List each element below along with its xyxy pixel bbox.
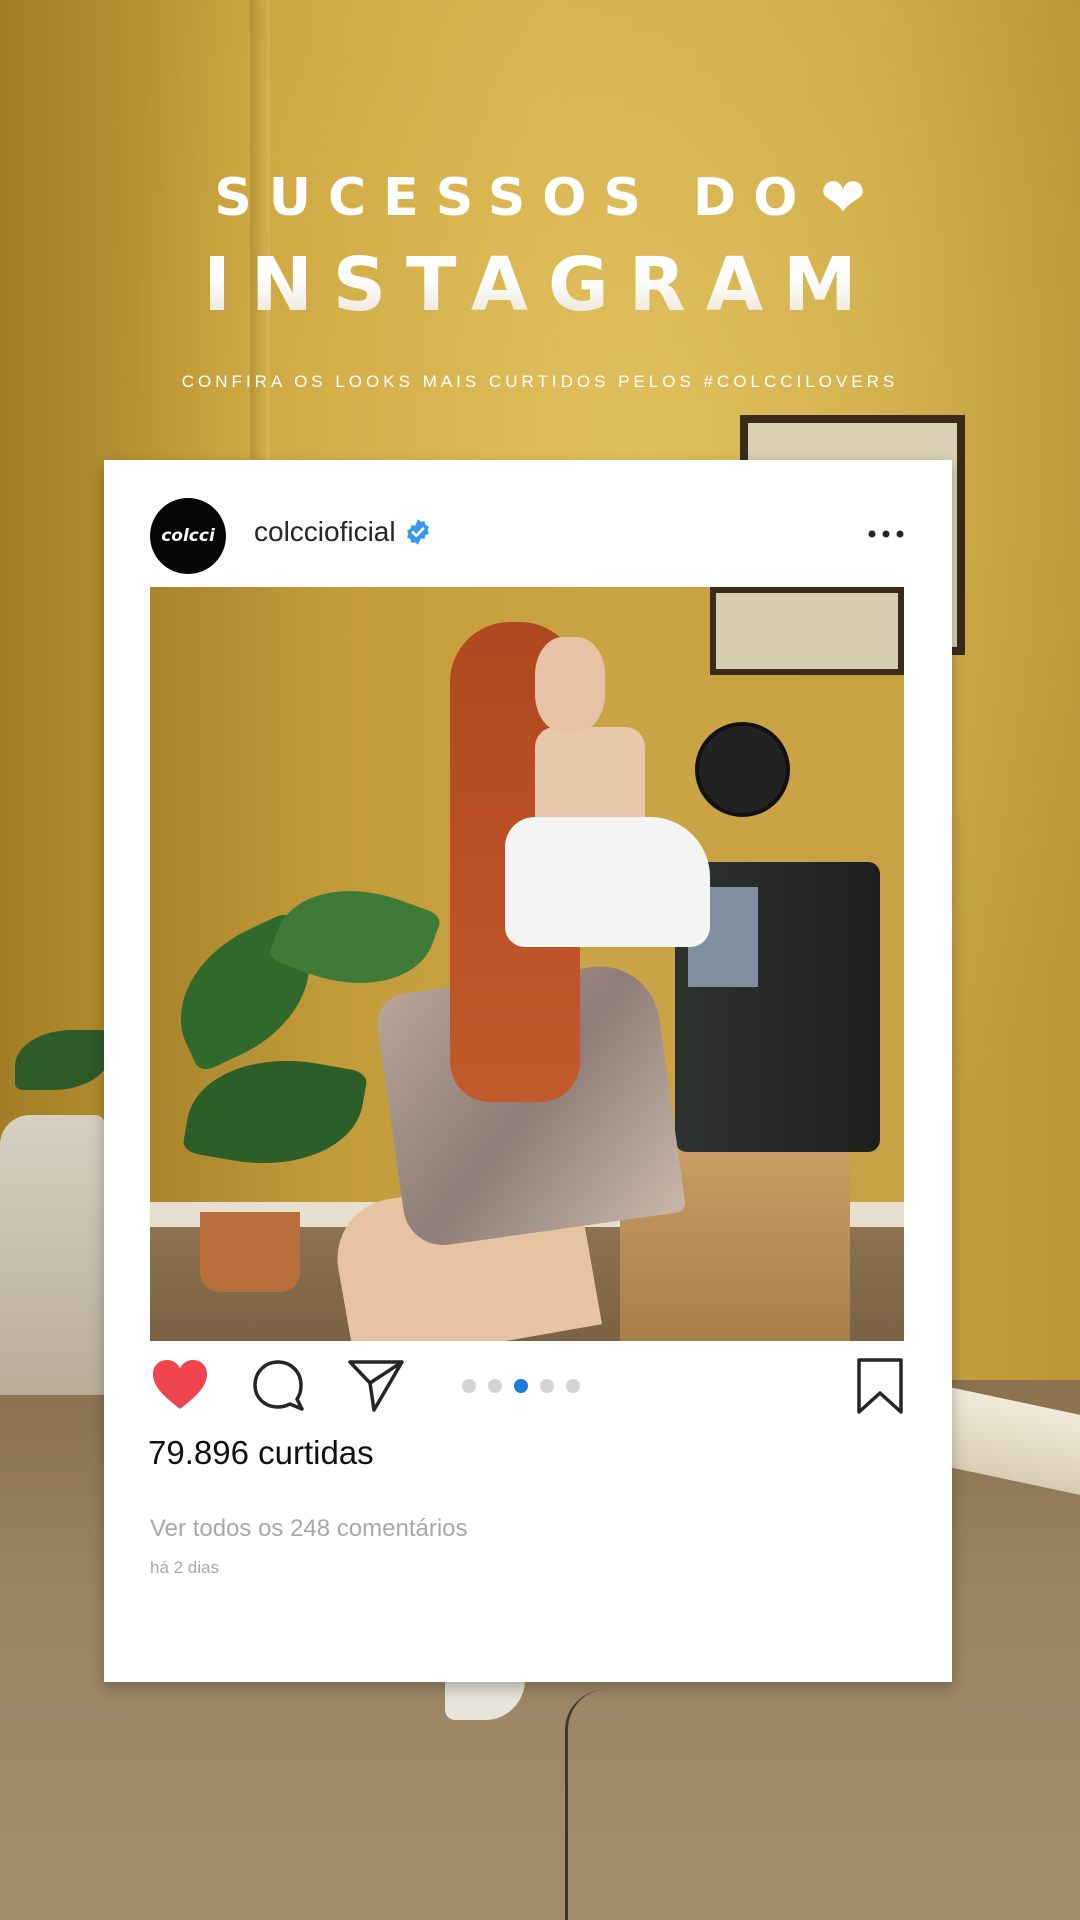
carousel-dot[interactable] [462, 1379, 476, 1393]
heart-icon: ❤ [820, 166, 866, 229]
instagram-post-card: colcci colccioficial 79.896 curtidas Ver… [104, 460, 952, 1682]
carousel-indicator [462, 1379, 580, 1393]
background-cable [565, 1690, 605, 1920]
likes-count[interactable]: 79.896 curtidas [148, 1434, 374, 1472]
subtitle: CONFIRA OS LOOKS MAIS CURTIDOS PELOS #CO… [181, 372, 899, 391]
username-text: colccioficial [254, 516, 396, 547]
photo-fan [695, 722, 790, 817]
headline-line1-text: SUCESSOS DO [214, 168, 815, 228]
share-icon[interactable] [346, 1357, 406, 1413]
username-link[interactable]: colccioficial [254, 516, 432, 548]
post-timestamp: há 2 dias [150, 1558, 219, 1577]
photo-model-face [535, 637, 605, 732]
verified-badge-icon [406, 519, 429, 545]
avatar[interactable]: colcci [150, 498, 226, 574]
post-header: colcci colccioficial [150, 496, 912, 576]
headline-line2: INSTAGRAM [0, 242, 1080, 328]
view-comments-link[interactable]: Ver todos os 248 comentários [150, 1515, 468, 1543]
more-options-icon[interactable] [866, 524, 906, 544]
carousel-dot[interactable] [566, 1379, 580, 1393]
photo-picture-frame [710, 587, 904, 675]
comment-icon[interactable] [250, 1357, 306, 1413]
post-actions [150, 1357, 906, 1417]
carousel-dot-active[interactable] [514, 1379, 528, 1393]
headline: SUCESSOS DO ❤ INSTAGRAM [0, 168, 1080, 328]
carousel-dot[interactable] [540, 1379, 554, 1393]
avatar-logo-text: colcci [161, 526, 215, 546]
heart-icon[interactable] [150, 1357, 210, 1413]
photo-white-top [505, 817, 710, 947]
carousel-dot[interactable] [488, 1379, 502, 1393]
headline-line1: SUCESSOS DO ❤ [214, 168, 865, 228]
post-photo[interactable] [150, 587, 904, 1341]
bookmark-icon[interactable] [854, 1357, 906, 1415]
background-sofa [0, 1115, 105, 1395]
photo-plant-pot [200, 1212, 300, 1292]
